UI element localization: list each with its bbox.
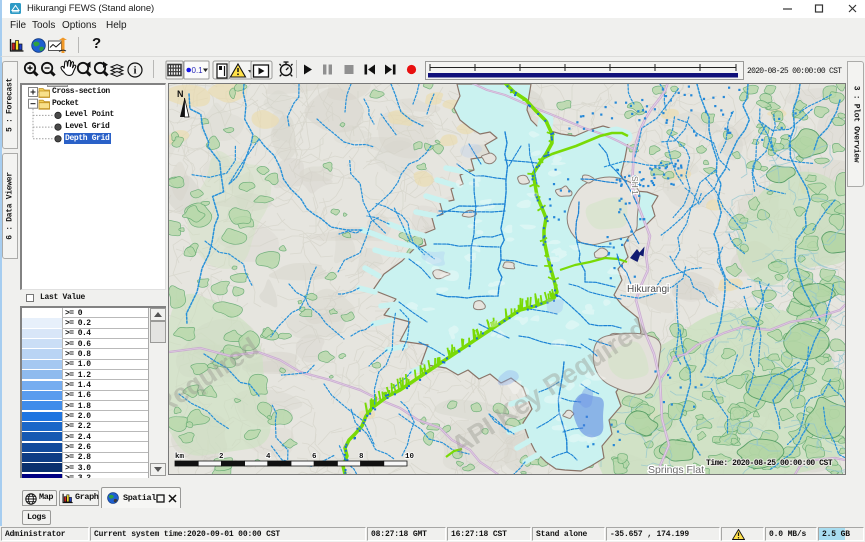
svg-text:8: 8	[359, 453, 364, 461]
svg-text:km: km	[175, 453, 185, 461]
svg-text:Springs Flat: Springs Flat	[648, 464, 704, 474]
svg-text:N: N	[177, 89, 184, 99]
svg-text:10: 10	[405, 453, 415, 461]
svg-text:6: 6	[312, 453, 317, 461]
svg-text:0.1: 0.1	[192, 66, 204, 75]
svg-text:Hikurangi: Hikurangi	[627, 284, 669, 295]
svg-text:SH 1: SH 1	[630, 176, 640, 195]
svg-text:4: 4	[266, 453, 271, 461]
svg-text:2: 2	[219, 453, 224, 461]
svg-text:Time: 2020-08-25 00:00:00 CST: Time: 2020-08-25 00:00:00 CST	[706, 459, 833, 468]
svg-text:i: i	[133, 65, 136, 77]
